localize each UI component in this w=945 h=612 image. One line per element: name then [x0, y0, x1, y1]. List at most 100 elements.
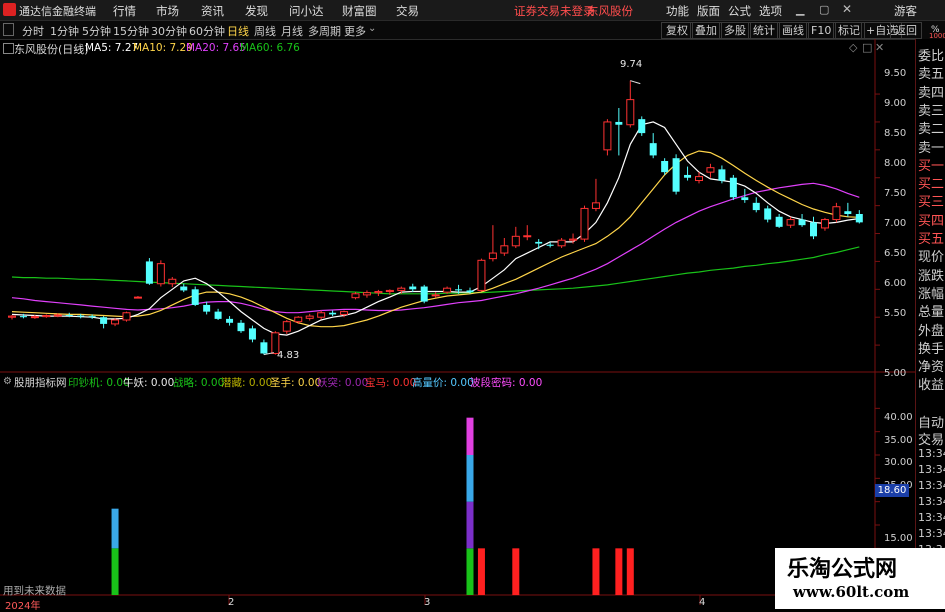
xaxis-label-month: 4: [699, 597, 706, 608]
candle-body: [488, 252, 497, 260]
period-tab-intraday[interactable]: 分时: [22, 23, 44, 39]
candle: [122, 311, 131, 322]
quote-tab-12[interactable]: 涨跌: [918, 265, 944, 284]
quote-tab-9[interactable]: 买四: [918, 210, 944, 229]
candle: [191, 286, 199, 307]
quote-tab-0[interactable]: 委比: [918, 45, 944, 64]
quote-tab-13[interactable]: 涨幅: [918, 283, 944, 302]
btn-statistics[interactable]: 统计: [748, 22, 780, 39]
ind-field-6: 宝马: 0.00: [365, 377, 417, 389]
candle-body: [191, 289, 199, 305]
quote-tab-6[interactable]: 买一: [918, 155, 944, 174]
quote-tab-5[interactable]: 卖一: [918, 137, 944, 156]
period-tab-5min[interactable]: 5分钟: [82, 23, 111, 39]
trade-login-status[interactable]: 证券交易未登录: [514, 3, 595, 19]
close-icon[interactable]: ✕: [842, 2, 852, 16]
candle-body: [729, 177, 737, 198]
candle-body: [180, 286, 188, 291]
period-tab-1min[interactable]: 1分钟: [50, 23, 79, 39]
menu-formula[interactable]: 公式: [728, 3, 751, 19]
btn-restore-rights[interactable]: 复权: [661, 22, 693, 39]
candle-body: [820, 219, 829, 229]
candle: [523, 225, 532, 241]
quote-tab-8[interactable]: 买三: [918, 191, 944, 210]
candle-body: [455, 289, 463, 291]
quote-tab-16[interactable]: 换手: [918, 338, 944, 357]
minimize-icon[interactable]: ▁: [796, 3, 804, 16]
chart-frame-icon: [3, 43, 14, 54]
menu-options[interactable]: 选项: [759, 3, 782, 19]
period-tab-60min[interactable]: 60分钟: [189, 23, 225, 39]
btn-f10[interactable]: F10: [806, 22, 837, 39]
candle: [684, 166, 692, 181]
candle: [282, 320, 291, 334]
indicator-settings-icon[interactable]: ⚙: [3, 376, 12, 387]
menu-layout[interactable]: 版面: [697, 3, 720, 19]
period-tab-weekly[interactable]: 周线: [254, 23, 276, 39]
quote-tab-14[interactable]: 总量: [918, 301, 944, 320]
candle-body: [305, 315, 314, 319]
btn-draw-line[interactable]: 画线: [777, 22, 809, 39]
quote-tab-4[interactable]: 卖二: [918, 118, 944, 137]
quote-tab-10[interactable]: 买五: [918, 228, 944, 247]
indicator-bar: [466, 548, 474, 595]
btn-overlay[interactable]: 叠加: [690, 22, 722, 39]
period-tab-multi[interactable]: 多周期: [308, 23, 341, 39]
quote-tab-15[interactable]: 外盘: [918, 320, 944, 339]
candle: [329, 310, 337, 317]
candle: [351, 292, 360, 300]
period-tab-more[interactable]: 更多: [344, 23, 366, 39]
maximize-icon[interactable]: ▢: [819, 3, 829, 16]
quote-tab-17[interactable]: 净资: [918, 356, 944, 375]
menu-news[interactable]: 资讯: [201, 3, 224, 19]
indicator-bar: [626, 548, 634, 595]
chart-close-icon[interactable]: ✕: [875, 41, 884, 54]
candle-body: [569, 238, 578, 241]
candle-body: [764, 208, 772, 220]
period-tab-15min[interactable]: 15分钟: [113, 23, 149, 39]
candle-body: [661, 161, 669, 173]
trade-time: 13:34: [918, 511, 945, 524]
btn-back[interactable]: 返回: [890, 22, 922, 39]
candle-body: [638, 119, 646, 134]
main-ytick: 6.00: [884, 278, 907, 289]
candle-body: [695, 176, 703, 182]
btn-multi-stock[interactable]: 多股: [719, 22, 751, 39]
quote-tab-7[interactable]: 买二: [918, 173, 944, 192]
main-ytick: 9.50: [884, 68, 907, 79]
ma-settings-icon[interactable]: ⌄: [73, 41, 82, 54]
candle: [431, 292, 440, 298]
menu-discover[interactable]: 发现: [245, 3, 268, 19]
period-tab-monthly[interactable]: 月线: [281, 23, 303, 39]
guest-account[interactable]: 游客: [894, 3, 917, 19]
candle: [180, 283, 188, 293]
period-tab-daily[interactable]: 日线: [227, 23, 249, 39]
candle-body: [30, 316, 39, 319]
trade-tab-1[interactable]: 交易: [918, 429, 944, 448]
chevron-down-icon[interactable]: ⌄: [368, 23, 376, 34]
candle: [305, 313, 314, 321]
quote-tab-3[interactable]: 卖三: [918, 100, 944, 119]
chart-settings-icon[interactable]: ◇: [849, 41, 857, 54]
indicator-name[interactable]: 股朋指标网: [14, 375, 67, 390]
high-marker: [630, 80, 641, 85]
quote-tab-1[interactable]: 卖五: [918, 63, 944, 82]
candle-body: [340, 311, 349, 315]
chart-maximize-icon[interactable]: □: [862, 41, 872, 54]
menu-wealth-circle[interactable]: 财富圈: [342, 3, 377, 19]
title-menu-bar: 通达信金融终端 行情 市场 资讯 发现 问小达 财富圈 交易 证券交易未登录 东…: [0, 0, 945, 21]
quote-tab-2[interactable]: 卖四: [918, 82, 944, 101]
menu-ask-xiaoda[interactable]: 问小达: [289, 3, 324, 19]
menu-quotes[interactable]: 行情: [113, 3, 136, 19]
main-ytick: 5.00: [884, 368, 907, 379]
quote-tab-11[interactable]: 现价: [918, 246, 944, 265]
candle-body: [226, 318, 234, 323]
period-tab-30min[interactable]: 30分钟: [151, 23, 187, 39]
quote-tab-18[interactable]: 收益: [918, 374, 944, 393]
candle-body: [752, 202, 760, 211]
menu-trade[interactable]: 交易: [396, 3, 419, 19]
menu-function[interactable]: 功能: [666, 3, 689, 19]
panel-toggle-icon[interactable]: [3, 23, 14, 36]
menu-market[interactable]: 市场: [156, 3, 179, 19]
kline-chart[interactable]: [0, 39, 915, 609]
